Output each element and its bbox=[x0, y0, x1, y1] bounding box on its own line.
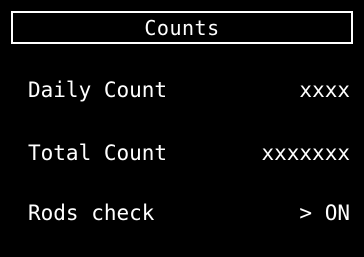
daily-count-value: xxxx bbox=[299, 77, 350, 102]
rods-check-value[interactable]: > ON bbox=[299, 202, 350, 224]
counts-screen: Counts Daily Count xxxx Total Count xxxx… bbox=[0, 0, 364, 257]
rods-check-row[interactable]: Rods check > ON bbox=[28, 199, 350, 227]
daily-count-label: Daily Count bbox=[28, 77, 168, 102]
screen-title: Counts bbox=[144, 15, 220, 40]
total-count-value: xxxxxxx bbox=[261, 140, 350, 165]
total-count-row: Total Count xxxxxxx bbox=[28, 139, 350, 167]
title-bar: Counts bbox=[11, 11, 353, 44]
daily-count-row: Daily Count xxxx bbox=[28, 76, 350, 104]
rods-check-label: Rods check bbox=[28, 200, 155, 225]
total-count-label: Total Count bbox=[28, 140, 168, 165]
